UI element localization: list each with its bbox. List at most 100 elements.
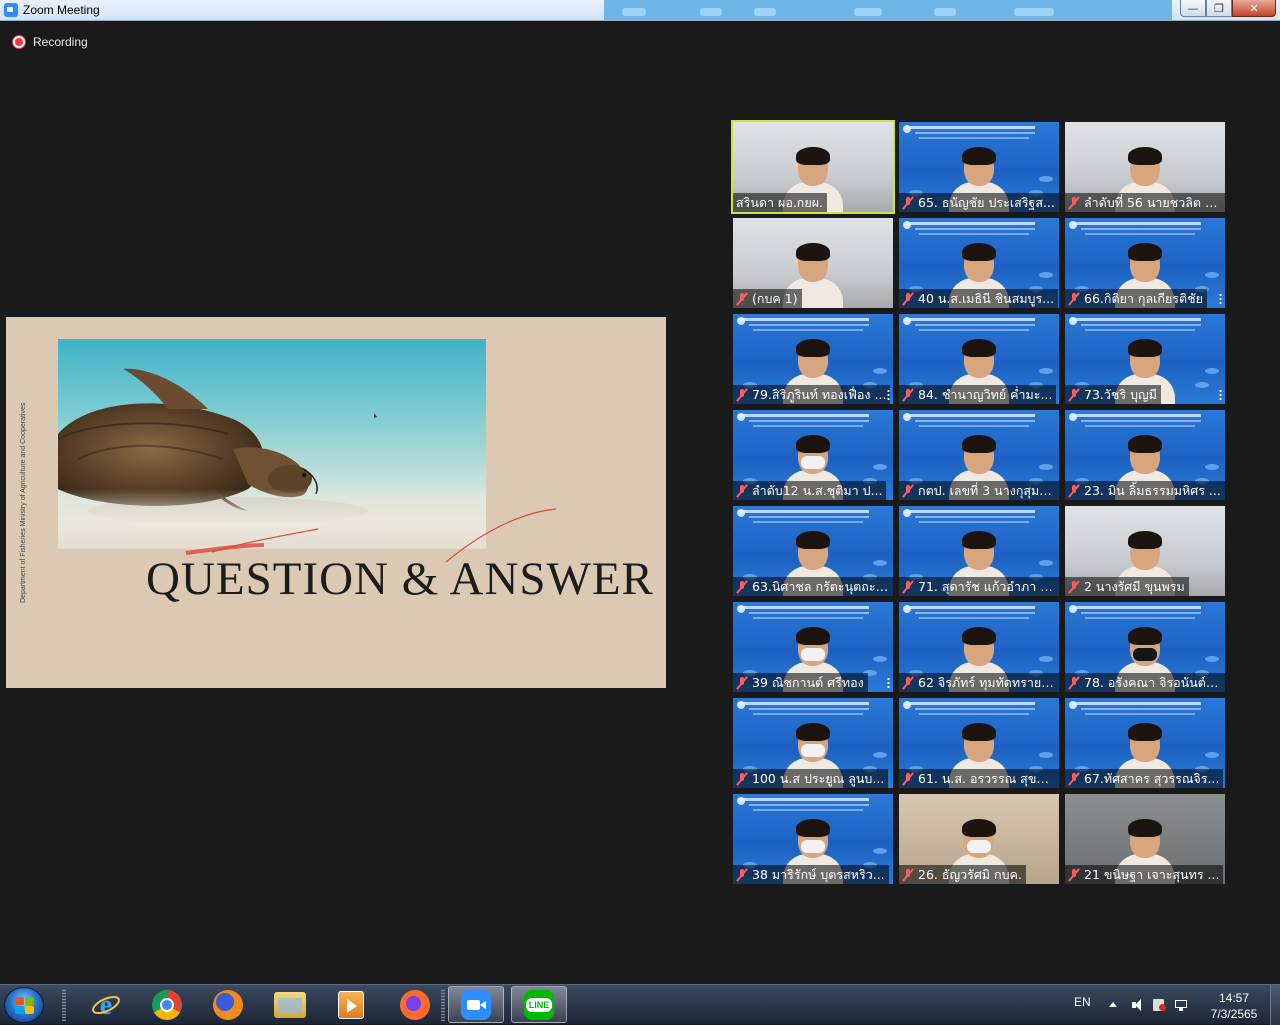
more-options-icon[interactable] [887,389,890,400]
participant-tile[interactable]: กตป. เลขที่ 3 นางกุสุมา... [899,410,1059,500]
muted-mic-icon [736,292,748,306]
muted-mic-icon [902,484,914,498]
title-bar: Zoom Meeting — ❐ ✕ [0,0,1280,21]
participant-name-bar: 63.นิศาชล กรัตะนุตถะ ... [733,577,893,596]
muted-mic-icon [1068,772,1080,786]
participant-name: สรินดา ผอ.กยผ. [736,194,823,210]
taskbar-media-player[interactable] [323,986,379,1023]
participant-name-bar: 66.กิติยา กุลเกียรติชัย [1065,289,1207,308]
participant-tile[interactable]: 71. สุดารัช แก้วอำภา ส... [899,506,1059,596]
network-icon[interactable] [1174,998,1188,1012]
participant-tile[interactable]: 84. ชำนาญวิทย์ ค่ำมะ... [899,314,1059,404]
taskbar-zoom[interactable] [448,986,504,1023]
zoom-app-icon [4,3,18,17]
annotation-strokes [185,413,557,563]
muted-mic-icon [902,676,914,690]
muted-mic-icon [1068,580,1080,594]
participant-tile[interactable]: 40 น.ส.เมธินี ชินสมบูร... [899,218,1059,308]
start-button[interactable] [4,987,44,1023]
participant-tile[interactable]: 78. อรังคณา จิรอนันต์เ... [1065,602,1225,692]
taskbar-chrome[interactable] [139,986,195,1023]
system-clock[interactable]: 14:57 7/3/2565 [1202,990,1266,1022]
participant-tile[interactable]: 63.นิศาชล กรัตะนุตถะ ... [733,506,893,596]
participant-name: 65. ธนัญชัย ประเสริฐส... [918,194,1055,210]
svg-text:e: e [100,990,112,1020]
internet-explorer-icon: e [91,990,121,1021]
more-options-icon[interactable] [1219,293,1222,304]
line-icon: LINE [524,989,554,1020]
shared-screen[interactable]: Department of Fisheries Ministry of Agri… [6,317,666,688]
participant-name-bar: 65. ธนัญชัย ประเสริฐส... [899,193,1059,212]
participant-name-bar: 61. น.ส. อรวรรณ สุขดิ... [899,769,1059,788]
participant-name-bar: 79.สิริภูรินท์ ทองเฟื่อง ... [733,385,891,404]
taskbar-line[interactable]: LINE [511,986,567,1023]
recording-label: Recording [33,35,88,49]
participant-tile[interactable]: 62 จิรภัทร์ ทุมทัดทราย ... [899,602,1059,692]
muted-mic-icon [1068,196,1080,210]
participant-name: กตป. เลขที่ 3 นางกุสุมา... [918,482,1055,498]
more-options-icon[interactable] [1219,389,1222,400]
participant-tile[interactable]: ลำดับ12 น.ส.ชุติมา ป... [733,410,893,500]
muted-mic-icon [736,868,748,882]
action-center-icon[interactable] [1152,998,1166,1012]
muted-mic-icon [1068,388,1080,402]
tray-expand-icon[interactable] [1106,998,1120,1012]
participant-tile[interactable]: 21 ขนิษฐา เจาะสุนทร ... [1065,794,1225,884]
participant-name: 63.นิศาชล กรัตะนุตถะ ... [752,578,889,594]
participant-name: 100 น.ส ประยูณ ลูนบ... [752,770,885,786]
window-controls: — ❐ ✕ [1180,0,1276,17]
participant-name-bar: กตป. เลขที่ 3 นางกุสุมา... [899,481,1059,500]
muted-mic-icon [902,868,914,882]
clock-time: 14:57 [1218,991,1250,1005]
participant-name-bar: 84. ชำนาญวิทย์ ค่ำมะ... [899,385,1057,404]
participant-tile[interactable]: 79.สิริภูรินท์ ทองเฟื่อง ... [733,314,893,404]
participant-tile[interactable]: 23. มิน ลิ้มธรรมมหิศร ... [1065,410,1225,500]
record-icon [13,36,25,48]
participant-name-bar: 2 นางรัศมี ขุนพรม [1065,577,1189,596]
participant-name: ลำดับ12 น.ส.ชุติมา ป... [752,482,883,498]
participant-tile[interactable]: 39 ณิชกานต์ ศรีทอง [733,602,893,692]
participant-tile[interactable]: 61. น.ส. อรวรรณ สุขดิ... [899,698,1059,788]
muted-mic-icon [736,676,748,690]
participant-name-bar: 67.ทัศสาคร สุวรรณจิร... [1065,769,1224,788]
muted-mic-icon [902,196,914,210]
show-desktop-button[interactable] [1270,985,1280,1025]
participant-tile[interactable]: สรินดา ผอ.กยผ. [731,120,895,214]
taskbar-file-explorer[interactable] [262,986,318,1023]
participant-name: 21 ขนิษฐา เจาะสุนทร ... [1084,866,1220,882]
participant-name: 39 ณิชกานต์ ศรีทอง [752,674,864,690]
muted-mic-icon [1068,292,1080,306]
language-indicator[interactable]: EN [1074,995,1091,1009]
firefox-icon [213,989,243,1020]
muted-mic-icon [902,772,914,786]
participant-tile[interactable]: 26. ธัญวรัศมิ กบค. [899,794,1059,884]
participant-tile[interactable]: 65. ธนัญชัย ประเสริฐส... [899,122,1059,212]
taskbar-firefox-2[interactable] [387,986,443,1023]
participant-name-bar: สรินดา ผอ.กยผ. [733,193,827,212]
more-options-icon[interactable] [887,677,890,688]
muted-mic-icon [736,484,748,498]
participant-tile[interactable]: (กบค 1) [733,218,893,308]
participant-tile[interactable]: 2 นางรัศมี ขุนพรม [1065,506,1225,596]
participant-name-bar: 40 น.ส.เมธินี ชินสมบูร... [899,289,1059,308]
muted-mic-icon [902,388,914,402]
maximize-button[interactable]: ❐ [1206,0,1232,17]
taskbar-firefox[interactable] [200,986,256,1023]
recording-indicator[interactable]: Recording [13,35,88,49]
participant-tile[interactable]: 67.ทัศสาคร สุวรรณจิร... [1065,698,1225,788]
taskbar-internet-explorer[interactable]: e [78,986,134,1023]
participant-tile[interactable]: 100 น.ส ประยูณ ลูนบ... [733,698,893,788]
participant-name: 66.กิติยา กุลเกียรติชัย [1084,290,1203,306]
participant-tile[interactable]: 66.กิติยา กุลเกียรติชัย [1065,218,1225,308]
participant-tile[interactable]: ลำดับที่ 56 นายชวลิต เ... [1065,122,1225,212]
participant-tile[interactable]: 73.วัชริ บุญมี [1065,314,1225,404]
volume-icon[interactable] [1130,998,1144,1012]
minimize-button[interactable]: — [1180,0,1206,17]
participant-tile[interactable]: 38 มาริรักษ์ บุตรสหริว... [733,794,893,884]
windows-flag-icon [15,997,35,1015]
close-button[interactable]: ✕ [1232,0,1276,17]
folder-icon [274,991,306,1018]
participant-name: 78. อรังคณา จิรอนันต์เ... [1084,674,1221,690]
participant-name-bar: 100 น.ส ประยูณ ลูนบ... [733,769,889,788]
muted-mic-icon [1068,676,1080,690]
